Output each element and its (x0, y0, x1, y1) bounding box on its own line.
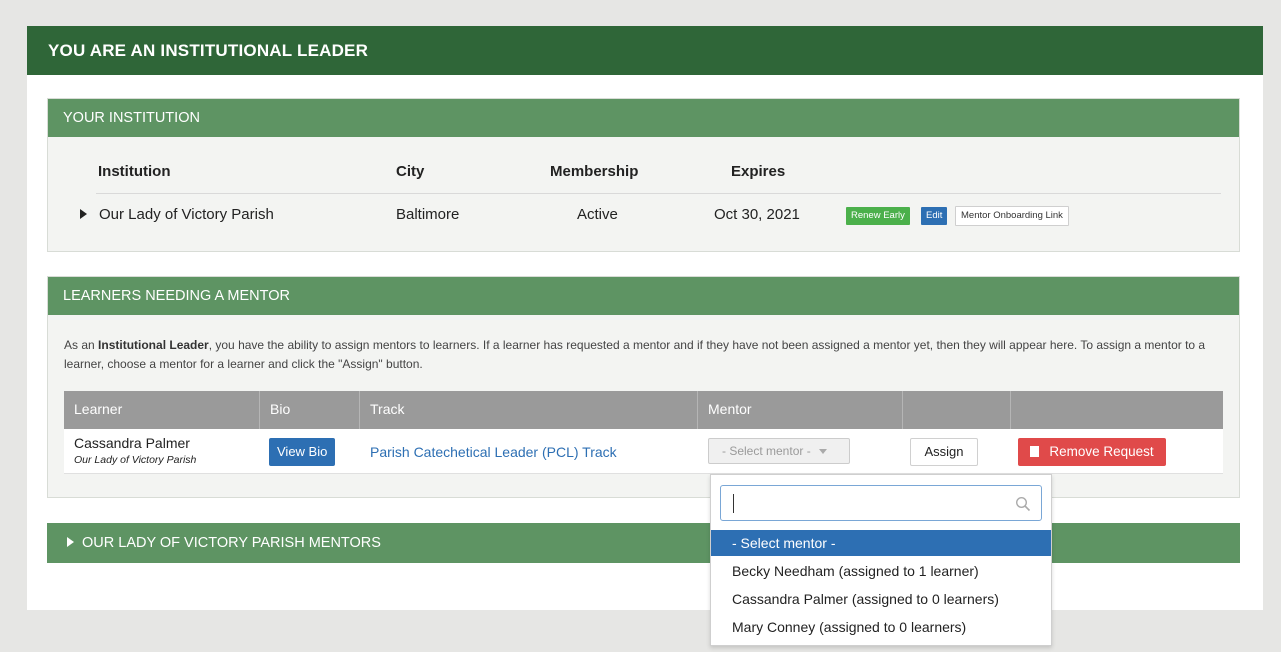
desc-text: As an (64, 338, 99, 352)
dropdown-option[interactable]: - Select mentor - (711, 530, 1051, 556)
mentors-panel-title: OUR LADY OF VICTORY PARISH MENTORS (82, 535, 381, 551)
dropdown-option[interactable]: Cassandra Palmer (assigned to 0 learners… (711, 586, 1051, 612)
institution-membership: Active (577, 206, 618, 223)
remove-request-button[interactable]: Remove Request (1018, 438, 1166, 466)
column-header-track: Track (370, 401, 405, 417)
dropdown-search-input[interactable] (720, 485, 1042, 521)
table-row: Cassandra Palmer Our Lady of Victory Par… (64, 429, 1223, 474)
column-header-learner: Learner (74, 401, 123, 417)
mentor-dropdown: - Select mentor - Becky Needham (assigne… (710, 474, 1052, 646)
institutional-leader-card: YOU ARE AN INSTITUTIONAL LEADER YOUR INS… (27, 26, 1263, 610)
divider (697, 391, 698, 429)
search-icon (1015, 496, 1031, 512)
divider (259, 391, 260, 429)
column-header-city: City (396, 163, 425, 180)
assign-button[interactable]: Assign (910, 438, 978, 466)
edit-button[interactable]: Edit (921, 207, 948, 225)
learners-table-header: Learner Bio Track Mentor (64, 391, 1223, 429)
mentor-select-value: - Select mentor - (722, 444, 811, 458)
institution-city: Baltimore (396, 206, 460, 223)
divider (1010, 391, 1011, 429)
institution-expand-toggle[interactable]: Our Lady of Victory Parish (80, 206, 274, 223)
track-link[interactable]: Parish Catechetical Leader (PCL) Track (370, 444, 617, 460)
mentor-select[interactable]: - Select mentor - (708, 438, 850, 464)
learner-name: Cassandra Palmer (74, 435, 190, 451)
institution-panel: YOUR INSTITUTION Institution City Member… (47, 98, 1240, 252)
page-title: YOU ARE AN INSTITUTIONAL LEADER (27, 26, 1263, 75)
institution-expires: Oct 30, 2021 (714, 206, 800, 223)
learners-panel-title: LEARNERS NEEDING A MENTOR (48, 277, 1239, 315)
desc-text-rest: , you have the ability to assign mentors… (64, 338, 1206, 371)
chevron-down-icon (819, 449, 827, 454)
column-header-membership: Membership (550, 163, 639, 180)
divider (359, 391, 360, 429)
dropdown-option[interactable]: Mary Conney (assigned to 0 learners) (711, 614, 1051, 640)
mentors-panel-toggle[interactable]: OUR LADY OF VICTORY PARISH MENTORS (47, 523, 1240, 563)
mentor-onboarding-link-button[interactable]: Mentor Onboarding Link (955, 206, 1069, 226)
dropdown-option[interactable]: Becky Needham (assigned to 1 learner) (711, 558, 1051, 584)
renew-early-button[interactable]: Renew Early (846, 207, 910, 225)
column-header-bio: Bio (270, 401, 291, 417)
learner-institution: Our Lady of Victory Parish (74, 454, 197, 466)
divider (902, 391, 903, 429)
learners-table: Learner Bio Track Mentor Cassandra Palme… (64, 391, 1223, 474)
view-bio-button[interactable]: View Bio (269, 438, 336, 466)
trash-icon (1030, 446, 1040, 457)
column-header-expires: Expires (731, 163, 786, 180)
caret-right-icon (67, 537, 74, 547)
divider (96, 193, 1221, 194)
learners-description: As an Institutional Leader, you have the… (64, 336, 1229, 374)
learners-panel: LEARNERS NEEDING A MENTOR As an Institut… (47, 276, 1240, 498)
remove-request-label: Remove Request (1049, 444, 1154, 459)
column-header-mentor: Mentor (708, 401, 752, 417)
institution-name: Our Lady of Victory Parish (99, 206, 274, 223)
institution-panel-title: YOUR INSTITUTION (48, 99, 1239, 137)
desc-bold: Institutional Leader (98, 338, 209, 352)
text-cursor (733, 494, 734, 513)
column-header-institution: Institution (98, 163, 171, 180)
caret-right-icon (80, 209, 87, 220)
